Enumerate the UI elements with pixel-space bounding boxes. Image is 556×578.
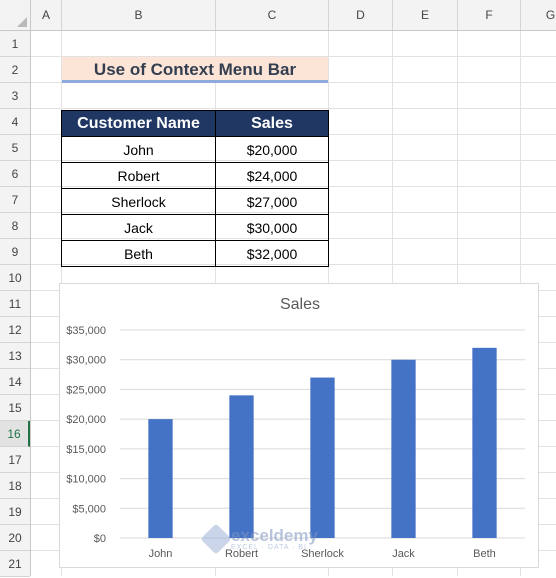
table-row: John $20,000 xyxy=(61,136,329,163)
row-header[interactable]: 17 xyxy=(0,447,30,473)
column-header-b[interactable]: B xyxy=(62,0,216,30)
y-tick-label: $25,000 xyxy=(66,384,106,396)
y-tick-label: $0 xyxy=(94,533,106,545)
column-header-d[interactable]: D xyxy=(329,0,393,30)
row-header-selected[interactable]: 16 xyxy=(0,421,30,447)
row-header[interactable]: 1 xyxy=(0,31,30,57)
column-header-bar: A B C D E F G xyxy=(0,0,556,31)
row-header[interactable]: 13 xyxy=(0,343,30,369)
row-header[interactable]: 14 xyxy=(0,369,30,395)
sheet-title-cell[interactable]: Use of Context Menu Bar xyxy=(62,57,328,83)
row-header[interactable]: 18 xyxy=(0,473,30,499)
x-tick-label: Beth xyxy=(473,548,496,560)
bar-robert xyxy=(229,395,254,538)
sales-cell[interactable]: $27,000 xyxy=(215,188,329,215)
y-tick-label: $10,000 xyxy=(66,474,106,486)
customer-cell[interactable]: Jack xyxy=(61,214,216,241)
row-header[interactable]: 9 xyxy=(0,239,30,265)
select-all-corner[interactable] xyxy=(0,0,31,31)
chart-canvas: Sales $0 $5,000 $10,000 $15,000 $20,000 $25,00… xyxy=(66,296,525,560)
x-tick-label: Sherlock xyxy=(301,548,344,560)
x-tick-label: John xyxy=(149,548,173,560)
sales-cell[interactable]: $30,000 xyxy=(215,214,329,241)
row-header[interactable]: 21 xyxy=(0,551,30,577)
row-header-bar: 1 2 3 4 5 6 7 8 9 10 11 12 13 14 15 16 1… xyxy=(0,0,31,577)
customer-cell[interactable]: Sherlock xyxy=(61,188,216,215)
column-header-c[interactable]: C xyxy=(216,0,329,30)
row-header[interactable]: 5 xyxy=(0,135,30,161)
customer-cell[interactable]: Robert xyxy=(61,162,216,189)
customer-cell[interactable]: John xyxy=(61,136,216,163)
column-header-g[interactable]: G xyxy=(521,0,556,30)
customer-cell[interactable]: Beth xyxy=(61,240,216,267)
row-header[interactable]: 6 xyxy=(0,161,30,187)
column-header-f[interactable]: F xyxy=(458,0,521,30)
y-tick-label: $30,000 xyxy=(66,355,106,367)
table-row: Jack $30,000 xyxy=(61,214,329,241)
row-header[interactable]: 2 xyxy=(0,57,30,83)
table-row: Robert $24,000 xyxy=(61,162,329,189)
row-header[interactable]: 20 xyxy=(0,525,30,551)
sales-cell[interactable]: $20,000 xyxy=(215,136,329,163)
y-tick-label: $20,000 xyxy=(66,414,106,426)
x-tick-label: Jack xyxy=(392,548,415,560)
bar-sherlock xyxy=(310,377,335,538)
table-header-row: Customer Name Sales xyxy=(61,110,329,137)
y-tick-label: $35,000 xyxy=(66,325,106,337)
sales-table: Customer Name Sales John $20,000 Robert … xyxy=(61,110,329,267)
row-header[interactable]: 19 xyxy=(0,499,30,525)
row-header[interactable]: 15 xyxy=(0,395,30,421)
table-row: Sherlock $27,000 xyxy=(61,188,329,215)
row-header[interactable]: 8 xyxy=(0,213,30,239)
row-header[interactable]: 4 xyxy=(0,109,30,135)
header-sales[interactable]: Sales xyxy=(215,110,329,137)
row-header[interactable]: 7 xyxy=(0,187,30,213)
select-all-triangle-icon xyxy=(17,17,27,27)
bar-john xyxy=(148,419,173,538)
sales-chart[interactable]: Sales $0 $5,000 $10,000 $15,000 $20,000 $25,00… xyxy=(59,283,539,568)
chart-title: Sales xyxy=(280,296,320,313)
y-tick-label: $5,000 xyxy=(72,503,106,515)
x-tick-label: Robert xyxy=(225,548,258,560)
table-row: Beth $32,000 xyxy=(61,240,329,267)
column-header-a[interactable]: A xyxy=(31,0,62,30)
bar-jack xyxy=(391,359,416,538)
column-header-e[interactable]: E xyxy=(393,0,458,30)
sales-cell[interactable]: $24,000 xyxy=(215,162,329,189)
row-header[interactable]: 10 xyxy=(0,265,30,291)
sales-cell[interactable]: $32,000 xyxy=(215,240,329,267)
row-header[interactable]: 11 xyxy=(0,291,30,317)
row-header[interactable]: 3 xyxy=(0,83,30,109)
header-customer-name[interactable]: Customer Name xyxy=(61,110,216,137)
y-tick-label: $15,000 xyxy=(66,444,106,456)
row-header[interactable]: 12 xyxy=(0,317,30,343)
bar-beth xyxy=(472,347,497,538)
